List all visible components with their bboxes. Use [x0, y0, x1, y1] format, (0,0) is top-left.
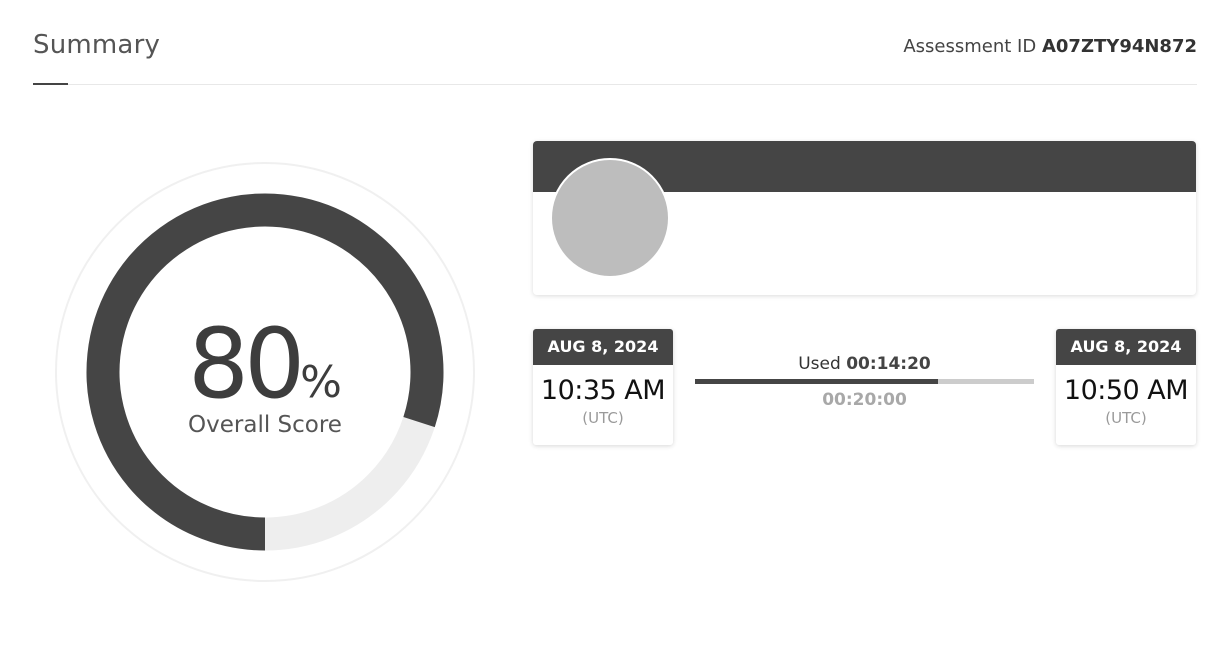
end-time: 10:50 AM	[1063, 375, 1189, 406]
duration-bar-track	[695, 379, 1034, 384]
end-date: AUG 8, 2024	[1056, 329, 1196, 365]
score-value: 80%	[55, 308, 475, 420]
start-timezone: (UTC)	[582, 409, 624, 427]
start-time-card: AUG 8, 2024 10:35 AM (UTC)	[533, 329, 673, 445]
score-unit: %	[300, 357, 342, 408]
score-label: Overall Score	[188, 412, 342, 438]
start-date: AUG 8, 2024	[533, 329, 673, 365]
duration-progress: Used 00:14:20 00:20:00	[695, 354, 1034, 410]
profile-card	[533, 141, 1196, 295]
start-time: 10:35 AM	[540, 375, 666, 406]
summary-header: Summary Assessment ID A07ZTY94N872	[33, 0, 1197, 85]
assessment-id-value: A07ZTY94N872	[1041, 36, 1197, 57]
end-time-card: AUG 8, 2024 10:50 AM (UTC)	[1056, 329, 1196, 445]
end-timezone: (UTC)	[1105, 409, 1147, 427]
duration-bar-fill	[695, 379, 939, 384]
score-number: 80	[188, 308, 305, 420]
used-time: Used 00:14:20	[695, 354, 1034, 374]
avatar	[550, 158, 670, 278]
assessment-id-label: Assessment ID	[903, 36, 1037, 57]
page-title: Summary	[33, 30, 161, 60]
score-ring: 80% Overall Score	[55, 162, 475, 582]
used-value: 00:14:20	[846, 354, 931, 374]
used-label: Used	[798, 354, 841, 374]
assessment-id: Assessment ID A07ZTY94N872	[903, 36, 1197, 57]
title-underline	[33, 83, 68, 85]
total-time: 00:20:00	[822, 390, 907, 410]
score-center: 80% Overall Score	[55, 162, 475, 582]
